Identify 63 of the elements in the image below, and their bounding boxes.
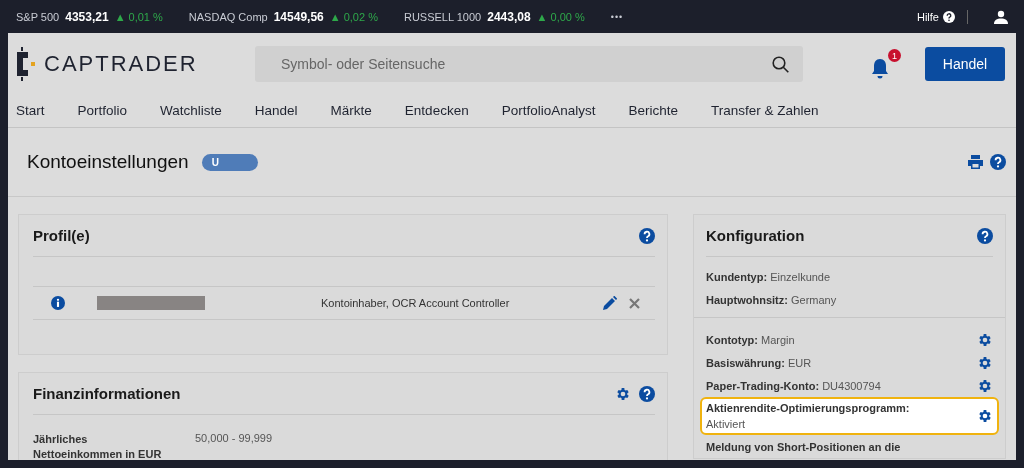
index-change: ▲ 0,02 % (329, 10, 378, 23)
field-label: Jährliches Nettoeinkommen in EUR (33, 432, 163, 460)
nav-link[interactable]: Handel (254, 98, 298, 124)
setting-label: Paper-Trading-Konto: (706, 379, 820, 392)
setting-label: Kontotyp: (706, 333, 758, 346)
help-icon[interactable] (639, 385, 655, 402)
nav-link[interactable]: Berichte (628, 98, 678, 124)
settings-icon[interactable] (977, 408, 993, 424)
settings-icon[interactable] (977, 377, 993, 394)
field-value: 50,000 - 99,999 (195, 432, 273, 446)
settings-icon[interactable] (977, 331, 993, 348)
index-value: 4353,21 (65, 9, 109, 24)
help-icon[interactable] (977, 227, 993, 244)
index-value: 2443,08 (487, 9, 531, 24)
more-button[interactable]: ••• (610, 11, 624, 22)
user-icon[interactable] (994, 9, 1008, 24)
setting-value: Einzelkunde (770, 270, 831, 283)
setting-label: Aktienrendite-Optimierungsprogramm: (706, 402, 910, 414)
nav-link[interactable]: Portfolio (77, 98, 128, 124)
settings-icon[interactable] (615, 385, 631, 402)
index-name[interactable]: NASDAQ Comp (188, 10, 268, 23)
notification-bell-icon[interactable] (869, 57, 891, 79)
index-change: ▲ 0,01 % (114, 10, 163, 23)
delete-icon[interactable] (629, 297, 640, 309)
setting-value: Margin (761, 333, 795, 346)
setting-label: Hauptwohnsitz: (706, 293, 788, 306)
index-name[interactable]: RUSSELL 1000 (403, 10, 482, 23)
logo-icon (16, 47, 36, 81)
print-icon[interactable] (968, 155, 983, 169)
setting-label: Kundentyp: (706, 270, 768, 283)
help-icon[interactable] (639, 227, 655, 244)
nav-link[interactable]: PortfolioAnalyst (501, 98, 596, 124)
help-icon[interactable] (990, 154, 1006, 170)
profile-roles: Kontoinhaber, OCR Account Controller (321, 297, 511, 309)
setting-label: Meldung von Short-Positionen an die (706, 440, 901, 453)
setting-value: Germany (790, 293, 837, 306)
setting-value: DU4300794 (822, 379, 881, 392)
trade-button[interactable]: Handel (925, 47, 1005, 81)
search-field[interactable]: Symbol- oder Seitensuche (255, 46, 803, 82)
nav-link[interactable]: Entdecken (404, 98, 469, 124)
index-name[interactable]: S&P 500 (16, 10, 60, 23)
help-link[interactable]: Hilfe (917, 10, 939, 23)
page-title: Kontoeinstellungen (27, 151, 189, 173)
index-value: 14549,56 (273, 9, 324, 24)
notification-count: 1 (888, 49, 901, 62)
setting-value: Aktiviert (706, 418, 746, 430)
settings-icon[interactable] (977, 354, 993, 371)
account-id-badge: U (201, 153, 258, 171)
nav-link[interactable]: Märkte (330, 98, 372, 124)
card-title: Profil(e) (33, 227, 91, 244)
nav-link[interactable]: Start (16, 98, 45, 124)
nav-link[interactable]: Transfer & Zahlen (711, 98, 819, 124)
index-change: ▲ 0,00 % (536, 10, 585, 23)
info-icon[interactable] (51, 296, 65, 310)
edit-icon[interactable] (603, 296, 617, 310)
setting-value: EUR (787, 356, 812, 369)
card-title: Konfiguration (706, 227, 806, 244)
help-icon[interactable] (943, 10, 955, 23)
search-icon[interactable] (772, 56, 789, 73)
logo-text: CAPTRADER (44, 51, 198, 77)
card-title: Finanzinformationen (33, 385, 182, 402)
setting-label: Basiswährung: (706, 356, 785, 369)
nav-link[interactable]: Watchliste (160, 98, 222, 124)
